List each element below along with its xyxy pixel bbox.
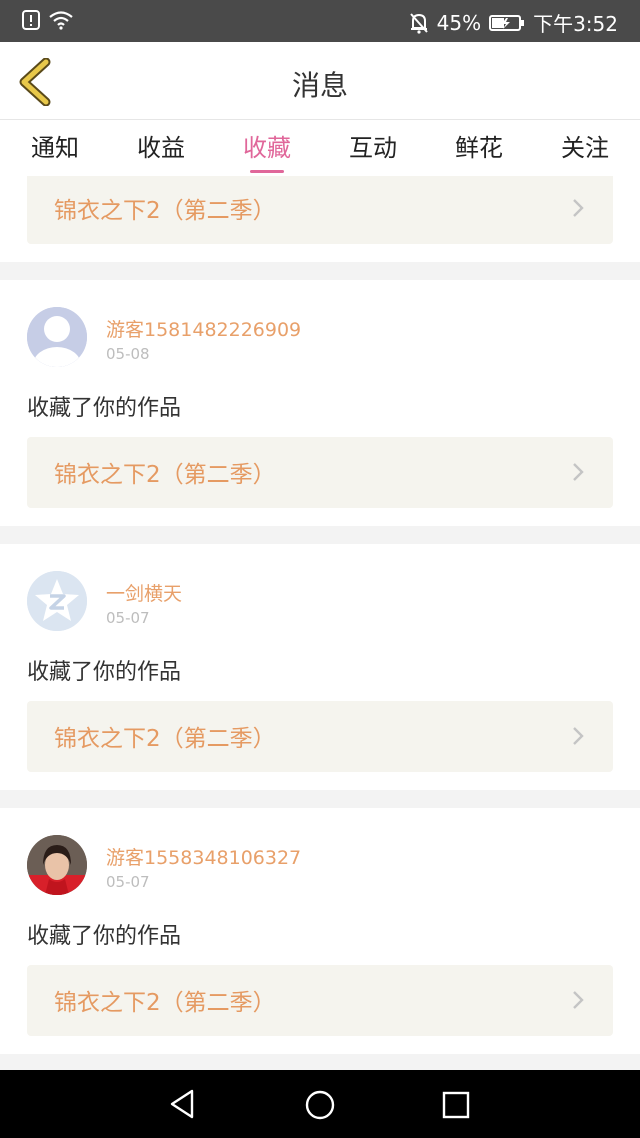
nav-back-icon[interactable]: [168, 1088, 198, 1120]
tab-label: 收藏: [243, 134, 291, 162]
bell-off-icon: [409, 12, 428, 34]
username[interactable]: 一剑横天: [106, 579, 182, 606]
tab-label: 通知: [31, 134, 79, 162]
work-link-card[interactable]: 锦衣之下2（第二季）: [27, 437, 613, 508]
tab-notification[interactable]: 通知: [25, 120, 85, 176]
work-title: 锦衣之下2（第二季）: [54, 198, 276, 224]
message-card-partial: 锦衣之下2（第二季）: [0, 176, 640, 262]
tab-label: 互动: [349, 134, 397, 162]
wifi-icon: [49, 11, 73, 30]
page-title: 消息: [291, 69, 348, 102]
nav-recents-icon[interactable]: [441, 1090, 471, 1120]
chevron-right-icon: [573, 199, 584, 217]
battery-icon: [489, 14, 525, 31]
chevron-right-icon: [573, 463, 584, 481]
work-title: 锦衣之下2（第二季）: [54, 726, 276, 752]
action-text: 收藏了你的作品: [27, 396, 182, 421]
work-link-card[interactable]: 锦衣之下2（第二季）: [27, 965, 613, 1036]
status-time: 下午3:52: [533, 12, 618, 36]
tab-follow[interactable]: 关注: [555, 120, 615, 176]
message-date: 05-08: [106, 345, 150, 363]
message-date: 05-07: [106, 873, 150, 891]
tab-interaction[interactable]: 互动: [343, 120, 403, 176]
chevron-right-icon: [573, 991, 584, 1009]
status-left-icons: [22, 10, 74, 30]
nav-home-icon[interactable]: [304, 1089, 336, 1121]
message-card: 游客1558348106327 05-07 收藏了你的作品 锦衣之下2（第二季）: [0, 808, 640, 1054]
system-nav-bar: [0, 1070, 640, 1138]
message-card: 游客1581482226909 05-08 收藏了你的作品 锦衣之下2（第二季）: [0, 280, 640, 526]
status-right-info: 45% 下午3:52: [409, 8, 618, 37]
tab-label: 收益: [137, 134, 185, 162]
tab-flowers[interactable]: 鲜花: [449, 120, 509, 176]
action-text: 收藏了你的作品: [27, 660, 182, 685]
action-text: 收藏了你的作品: [27, 924, 182, 949]
avatar[interactable]: [27, 571, 87, 631]
work-title: 锦衣之下2（第二季）: [54, 990, 276, 1016]
message-date: 05-07: [106, 609, 150, 627]
chevron-right-icon: [573, 727, 584, 745]
tab-earnings[interactable]: 收益: [131, 120, 191, 176]
username[interactable]: 游客1581482226909: [106, 315, 301, 342]
battery-percent: 45%: [436, 10, 482, 35]
message-tabs: 通知 收益 收藏 互动 鲜花 关注: [0, 120, 640, 176]
username[interactable]: 游客1558348106327: [106, 843, 301, 870]
active-tab-indicator: [250, 170, 284, 173]
photo-avatar-icon: [27, 835, 87, 895]
work-title: 锦衣之下2（第二季）: [54, 462, 276, 488]
message-card: 一剑横天 05-07 收藏了你的作品 锦衣之下2（第二季）: [0, 544, 640, 790]
tab-favorites[interactable]: 收藏: [237, 120, 297, 176]
work-link-card[interactable]: 锦衣之下2（第二季）: [27, 701, 613, 772]
work-link-card[interactable]: 锦衣之下2（第二季）: [27, 176, 613, 244]
tab-label: 关注: [561, 134, 609, 162]
status-bar: 45% 下午3:52: [0, 0, 640, 42]
default-person-avatar-icon: [27, 307, 87, 367]
avatar[interactable]: [27, 307, 87, 367]
message-list[interactable]: 锦衣之下2（第二季） 游客1581482226909 05-08 收藏了你的作品…: [0, 176, 640, 1070]
alert-icon: [22, 10, 40, 30]
tab-label: 鲜花: [455, 134, 503, 162]
qq-star-avatar-icon: [27, 571, 87, 631]
app-header: 消息: [0, 42, 640, 120]
avatar[interactable]: [27, 835, 87, 895]
